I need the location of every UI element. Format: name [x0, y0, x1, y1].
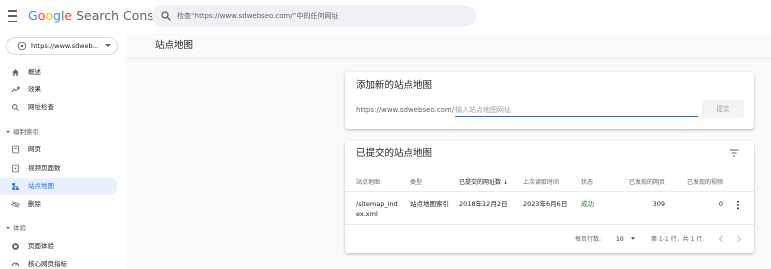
removal-icon [11, 201, 20, 208]
trending-up-icon [11, 86, 20, 93]
cell-last-read: 2023年6月6日 [523, 200, 568, 208]
search-console-logo[interactable]: Google Search Console [28, 8, 173, 24]
sitemap-icon [12, 183, 19, 190]
column-header-last-read[interactable]: 上次读取时间 [523, 178, 559, 187]
sidebar-section-experience[interactable]: 体验 [6, 223, 26, 233]
column-header-type[interactable]: 类型 [410, 178, 422, 187]
add-sitemap-title: 添加新的站点地图 [356, 80, 433, 91]
more-vert-icon[interactable] [736, 200, 740, 210]
sidebar-item-overview[interactable]: 概述 [0, 64, 118, 81]
search-icon [161, 11, 171, 21]
globe-icon [17, 41, 27, 51]
video-page-icon [12, 164, 19, 173]
sidebar-item-label: 网址检查 [28, 103, 54, 111]
speedometer-icon [11, 262, 20, 267]
sidebar-item-performance[interactable]: 效果 [0, 81, 118, 98]
filter-icon[interactable] [729, 149, 739, 157]
page-icon [12, 145, 19, 154]
sidebar-item-label: 站点地图 [28, 182, 54, 190]
chevron-down-icon [105, 44, 111, 47]
submitted-sitemaps-card: 已提交的站点地图 站点地图 类型 已提交的网址数 ↓ 上次读取时间 状态 已发现的… [345, 141, 754, 253]
url-inspection-search[interactable]: 检查“https://www.sdwebseo.com/”中的任何网址 [152, 5, 476, 27]
cell-submitted: 2018年12月2日 [459, 200, 508, 208]
sidebar: https://www.sdweb... 概述 效果 网址检查 编制索引 网页 [0, 33, 126, 269]
top-app-bar: Google Search Console 检查“https://www.sdw… [0, 0, 771, 33]
header-divider [126, 58, 771, 59]
sidebar-item-label: 概述 [28, 68, 41, 76]
table-footer-divider [345, 224, 754, 225]
page-experience-icon [12, 243, 19, 250]
sidebar-item-label: 页面体验 [28, 242, 54, 250]
page-title: 站点地图 [155, 40, 194, 51]
sidebar-item-label: 效果 [28, 85, 41, 93]
column-header-discovered-pages[interactable]: 已发现的网页 [613, 178, 665, 187]
column-header-sitemap[interactable]: 站点地图 [356, 178, 380, 187]
google-wordmark: Google [28, 8, 73, 23]
rows-per-page-select[interactable]: 10 [616, 235, 624, 244]
submit-button[interactable]: 提交 [702, 100, 744, 118]
search-placeholder: 检查“https://www.sdwebseo.com/”中的任何网址 [177, 12, 339, 20]
cell-status: 成功 [581, 200, 594, 208]
table-header-divider [345, 191, 754, 192]
sidebar-item-label: 视频页面数 [28, 164, 61, 172]
sort-arrow-icon: ↓ [503, 179, 509, 186]
pagination-range: 第 1-1 行，共 1 行 [651, 236, 703, 243]
sidebar-item-removals[interactable]: 删除 [0, 196, 118, 213]
column-header-discovered-videos[interactable]: 已发现的视频 [671, 178, 723, 187]
sidebar-item-pages[interactable]: 网页 [0, 141, 118, 158]
sidebar-item-label: 删除 [28, 200, 41, 208]
cell-sitemap: /sitemap_index.xml [356, 200, 398, 218]
add-sitemap-card: 添加新的站点地图 https://www.sdwebseo.com/ 提交 [345, 72, 754, 129]
sidebar-item-sitemaps[interactable]: 站点地图 [0, 178, 118, 195]
property-url: https://www.sdweb... [31, 42, 99, 50]
cell-discovered-pages: 309 [652, 200, 665, 208]
cell-discovered-videos: 0 [718, 200, 723, 208]
rows-per-page-label: 每页行数: [575, 236, 602, 243]
sidebar-item-label: 核心网页指标 [28, 260, 67, 268]
property-selector[interactable]: https://www.sdweb... [6, 37, 118, 55]
hamburger-menu-icon[interactable] [8, 10, 18, 22]
sidebar-item-video-pages[interactable]: 视频页面数 [0, 160, 118, 177]
submitted-sitemaps-title: 已提交的站点地图 [356, 148, 433, 159]
chevron-down-icon [6, 227, 10, 229]
sidebar-item-label: 网页 [28, 145, 41, 153]
section-title: 编制索引 [13, 128, 39, 136]
column-header-label: 已提交的网址数 [459, 179, 502, 186]
sitemap-url-prefix: https://www.sdwebseo.com/ [356, 106, 455, 114]
chevron-right-icon[interactable] [735, 235, 743, 243]
section-title: 体验 [13, 224, 26, 232]
column-header-status[interactable]: 状态 [581, 178, 593, 187]
sidebar-section-index[interactable]: 编制索引 [6, 127, 39, 137]
sitemap-url-input[interactable] [455, 103, 698, 117]
chevron-down-icon[interactable] [631, 237, 635, 240]
chevron-down-icon [6, 131, 10, 133]
sidebar-item-url-inspection[interactable]: 网址检查 [0, 99, 118, 116]
home-icon [12, 69, 19, 76]
column-header-submitted[interactable]: 已提交的网址数 ↓ [459, 178, 508, 187]
sidebar-item-core-web-vitals[interactable]: 核心网页指标 [0, 256, 118, 269]
chevron-left-icon[interactable] [717, 235, 725, 243]
sidebar-item-page-experience[interactable]: 页面体验 [0, 238, 118, 255]
cell-type: 站点地图索引 [410, 200, 449, 208]
search-icon [12, 104, 19, 111]
